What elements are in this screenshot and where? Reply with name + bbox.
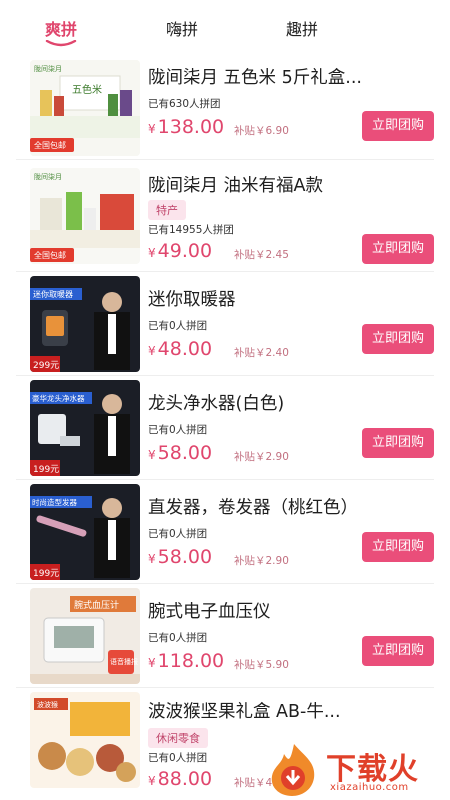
group-buy-button[interactable]: 立即团购: [362, 428, 434, 458]
product-title[interactable]: 龙头净水器(白色): [148, 390, 418, 415]
joined-count: 已有630人拼团: [148, 98, 221, 110]
svg-text:时尚造型发器: 时尚造型发器: [32, 497, 77, 507]
subsidy-text: 补贴￥2.45: [234, 249, 289, 261]
joined-count: 已有0人拼团: [148, 632, 208, 644]
watermark-logo: 下载火 xiazaihuo.com: [264, 740, 444, 798]
svg-text:迷你取暖器: 迷你取暖器: [33, 289, 73, 299]
group-buy-button[interactable]: 立即团购: [362, 111, 434, 141]
product-thumbnail[interactable]: 陇间柒月 全国包邮: [30, 168, 140, 264]
product-list: 陇间柒月 五色米 全国包邮 陇间柒月 五色米 5斤礼盒... 已有630人拼团 …: [0, 56, 450, 798]
product-item[interactable]: 陇间柒月 五色米 全国包邮 陇间柒月 五色米 5斤礼盒... 已有630人拼团 …: [16, 56, 434, 160]
product-price: ¥88.00: [148, 768, 213, 790]
product-thumbnail[interactable]: 陇间柒月 五色米 全国包邮: [30, 60, 140, 156]
subsidy-text: 补贴￥2.90: [234, 451, 289, 463]
product-item[interactable]: 豪华龙头净水器 199元 龙头净水器(白色) 已有0人拼团 ¥58.00 补贴￥…: [16, 376, 434, 480]
joined-count: 已有0人拼团: [148, 320, 208, 332]
product-title[interactable]: 陇间柒月 油米有福A款: [148, 172, 418, 197]
product-item[interactable]: 陇间柒月 全国包邮 陇间柒月 油米有福A款 特产 已有14955人拼团 ¥49.…: [16, 160, 434, 272]
product-thumbnail[interactable]: 时尚造型发器 199元: [30, 484, 140, 580]
joined-count: 已有0人拼团: [148, 752, 208, 764]
product-price: ¥138.00: [148, 116, 225, 138]
svg-text:299元: 299元: [33, 361, 59, 371]
top-tab-bar: 爽拼 嗨拼 趣拼: [0, 0, 450, 56]
product-item[interactable]: 腕式血压计 语音播报 腕式电子血压仪 已有0人拼团 ¥118.00 补贴￥5.9…: [16, 584, 434, 688]
svg-text:全国包邮: 全国包邮: [34, 250, 66, 260]
product-price: ¥58.00: [148, 442, 213, 464]
active-tab-indicator: [45, 40, 77, 47]
group-buy-button[interactable]: 立即团购: [362, 324, 434, 354]
svg-text:199元: 199元: [33, 569, 59, 579]
tab-shuangpin[interactable]: 爽拼: [45, 16, 77, 40]
joined-count: 已有0人拼团: [148, 424, 208, 436]
group-buy-button[interactable]: 立即团购: [362, 636, 434, 666]
svg-text:陇间柒月: 陇间柒月: [34, 172, 62, 181]
product-item[interactable]: 时尚造型发器 199元 直发器，卷发器（桃红色） 已有0人拼团 ¥58.00 补…: [16, 480, 434, 584]
product-title[interactable]: 陇间柒月 五色米 5斤礼盒...: [148, 64, 418, 89]
product-price: ¥58.00: [148, 546, 213, 568]
category-tag: 特产: [148, 200, 186, 220]
subsidy-text: 补贴￥5.90: [234, 659, 289, 671]
subsidy-text: 补贴￥2.90: [234, 555, 289, 567]
svg-text:全国包邮: 全国包邮: [34, 140, 66, 150]
svg-text:199元: 199元: [33, 465, 59, 475]
product-price: ¥48.00: [148, 338, 213, 360]
svg-text:豪华龙头净水器: 豪华龙头净水器: [32, 393, 85, 403]
product-thumbnail[interactable]: 迷你取暖器 299元: [30, 276, 140, 372]
product-item[interactable]: 迷你取暖器 299元 迷你取暖器 已有0人拼团 ¥48.00 补贴￥2.40 立…: [16, 272, 434, 376]
product-price: ¥118.00: [148, 650, 225, 672]
subsidy-text: 补贴￥6.90: [234, 125, 289, 137]
product-title[interactable]: 腕式电子血压仪: [148, 598, 418, 623]
svg-text:波波猴: 波波猴: [37, 700, 58, 709]
group-buy-button[interactable]: 立即团购: [362, 532, 434, 562]
product-title[interactable]: 波波猴坚果礼盒 AB-牛...: [148, 698, 418, 723]
joined-count: 已有0人拼团: [148, 528, 208, 540]
svg-text:陇间柒月: 陇间柒月: [34, 64, 62, 73]
product-title[interactable]: 直发器，卷发器（桃红色）: [148, 494, 418, 519]
svg-text:五色米: 五色米: [72, 83, 102, 96]
product-thumbnail[interactable]: 腕式血压计 语音播报: [30, 588, 140, 684]
flame-icon: [271, 744, 315, 796]
product-thumbnail[interactable]: 豪华龙头净水器 199元: [30, 380, 140, 476]
tab-qupin[interactable]: 趣拼: [286, 16, 318, 40]
svg-text:语音播报: 语音播报: [110, 657, 138, 666]
joined-count: 已有14955人拼团: [148, 224, 234, 236]
product-title[interactable]: 迷你取暖器: [148, 286, 418, 311]
watermark-url: xiazaihuo.com: [330, 782, 409, 793]
product-thumbnail[interactable]: 波波猴: [30, 692, 140, 788]
subsidy-text: 补贴￥2.40: [234, 347, 289, 359]
svg-text:腕式血压计: 腕式血压计: [74, 599, 119, 611]
group-buy-button[interactable]: 立即团购: [362, 234, 434, 264]
tab-haipin[interactable]: 嗨拼: [166, 16, 198, 40]
product-price: ¥49.00: [148, 240, 213, 262]
category-tag: 休闲零食: [148, 728, 208, 748]
